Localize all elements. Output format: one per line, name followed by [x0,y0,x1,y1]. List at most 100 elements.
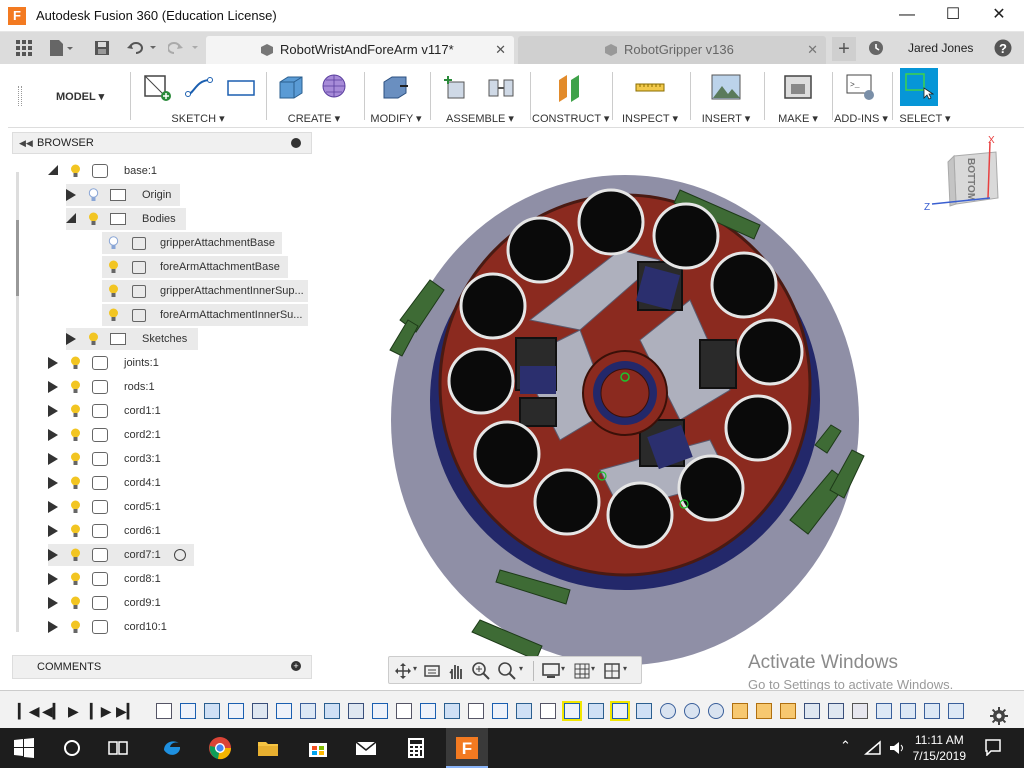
expanded-arrow-icon[interactable] [48,165,58,175]
press-pull-icon[interactable] [380,72,410,102]
timeline-feature-pin[interactable] [732,703,748,719]
timeline-feature-sketch[interactable] [372,703,388,719]
extrude-icon[interactable] [276,72,306,102]
tree-item-joints[interactable]: joints:1 [48,352,178,374]
timeline-feature-pin[interactable] [780,703,796,719]
tree-item-sketches[interactable]: Sketches [66,328,198,350]
tree-item-body[interactable]: foreArmAttachmentInnerSu... [102,304,308,326]
tree-item-cord[interactable]: cord5:1 [48,496,178,518]
3d-canvas[interactable]: BOTTOM X Z [312,130,1024,685]
timeline-feature-sketch[interactable] [562,701,582,721]
rectangle-tool-icon[interactable] [226,72,256,102]
timeline-settings-gear-icon[interactable] [990,707,1008,725]
create-menu[interactable]: CREATE ▾ [270,112,358,125]
pan-hand-icon[interactable] [447,661,465,681]
visibility-bulb-icon[interactable] [70,356,81,370]
visibility-bulb-icon[interactable] [70,380,81,394]
save-icon[interactable] [94,40,110,56]
collapsed-arrow-icon[interactable] [48,477,58,489]
viewcube[interactable]: BOTTOM X Z [924,136,1014,216]
collapsed-arrow-icon[interactable] [48,621,58,633]
workspace-switcher[interactable]: MODEL ▾ [56,90,104,103]
collapsed-arrow-icon[interactable] [48,597,58,609]
visibility-bulb-icon[interactable] [70,596,81,610]
visibility-bulb-off-icon[interactable] [88,188,99,202]
timeline-feature-body[interactable] [396,703,412,719]
timeline-feature-extrude[interactable] [204,703,220,719]
display-dropdown-icon[interactable]: ▾ [561,664,565,673]
timeline-feature-extrude[interactable] [636,703,652,719]
microsoft-store-icon[interactable] [306,736,330,760]
select-tool-button[interactable] [900,68,938,106]
timeline-feature-pattern[interactable] [948,703,964,719]
tree-item-cord[interactable]: cord10:1 [48,616,178,638]
timeline-feature-body[interactable] [540,703,556,719]
browser-scroll-thumb[interactable] [16,220,19,296]
collapse-browser-icon[interactable]: ◀◀ [19,133,33,153]
tree-item-bodies[interactable]: Bodies [66,208,186,230]
timeline-feature-sketch[interactable] [420,703,436,719]
task-view-icon[interactable] [106,736,130,760]
tree-item-cord[interactable]: cord1:1 [48,400,178,422]
visibility-bulb-icon[interactable] [88,212,99,226]
timeline-first-icon[interactable]: ▎◀ [18,703,40,720]
tab-robot-wrist[interactable]: RobotWristAndForeArm v117* ✕ [206,36,514,64]
timeline-feature-sketch[interactable] [180,703,196,719]
tree-item-origin[interactable]: Origin [66,184,180,206]
tree-item-cord[interactable]: cord3:1 [48,448,178,470]
timeline-feature-sketch[interactable] [276,703,292,719]
mail-icon[interactable] [354,736,378,760]
make-menu[interactable]: MAKE ▾ [766,112,830,125]
construct-menu[interactable]: CONSTRUCT ▾ [532,112,609,125]
timeline-feature-extrude[interactable] [588,703,604,719]
comments-panel[interactable]: COMMENTS + [12,655,312,679]
offset-plane-icon[interactable] [555,72,585,102]
visibility-bulb-icon[interactable] [70,164,81,178]
collapsed-arrow-icon[interactable] [48,573,58,585]
calculator-icon[interactable] [404,736,428,760]
orbit-dropdown-icon[interactable]: ▾ [413,664,417,673]
collapsed-arrow-icon[interactable] [48,357,58,369]
new-tab-button[interactable]: + [832,37,856,61]
zoom-window-icon[interactable] [497,661,519,681]
visibility-bulb-icon[interactable] [108,260,119,274]
maximize-button[interactable]: ☐ [930,0,976,32]
visibility-bulb-icon[interactable] [70,428,81,442]
tree-item-cord[interactable]: cord2:1 [48,424,178,446]
add-ins-menu[interactable]: ADD-INS ▾ [834,112,888,125]
user-name[interactable]: Jared Jones [908,41,973,55]
timeline-last-icon[interactable]: ▶▎ [116,703,138,720]
timeline-feature-fillet[interactable] [708,703,724,719]
robot-wrist-model[interactable] [312,130,1024,685]
timeline-feature-pin[interactable] [756,703,772,719]
measure-icon[interactable] [635,72,665,102]
scripts-addins-icon[interactable]: >_ [846,72,876,102]
collapsed-arrow-icon[interactable] [48,501,58,513]
visibility-bulb-off-icon[interactable] [108,236,119,250]
look-at-icon[interactable] [423,662,441,680]
tree-item-body[interactable]: gripperAttachmentInnerSup... [102,280,308,302]
timeline-next-icon[interactable]: ▎▶ [90,703,112,720]
form-tool-icon[interactable] [320,72,350,102]
timeline-feature-pattern[interactable] [924,703,940,719]
insert-image-icon[interactable] [711,72,741,102]
grid-settings-icon[interactable] [573,662,591,680]
tree-item-body[interactable]: gripperAttachmentBase [102,232,282,254]
app-grid-icon[interactable] [16,40,32,56]
tab-close-icon[interactable]: ✕ [495,36,506,64]
action-center-icon[interactable] [984,738,1002,756]
viewports-dropdown-icon[interactable]: ▾ [623,664,627,673]
timeline-feature-move[interactable] [876,703,892,719]
edge-browser-icon[interactable] [160,736,184,760]
timeline-feature-joint[interactable] [804,703,820,719]
browser-minimize-icon[interactable] [291,138,301,148]
tree-item-cord[interactable]: cord4:1 [48,472,178,494]
visibility-bulb-icon[interactable] [70,500,81,514]
visibility-bulb-icon[interactable] [108,308,119,322]
network-icon[interactable] [864,740,882,756]
chrome-browser-icon[interactable] [208,736,232,760]
browser-header[interactable]: ◀◀ BROWSER [12,132,312,154]
timeline-feature-extrude[interactable] [516,703,532,719]
display-settings-icon[interactable] [541,662,561,680]
help-icon[interactable]: ? [994,39,1012,57]
